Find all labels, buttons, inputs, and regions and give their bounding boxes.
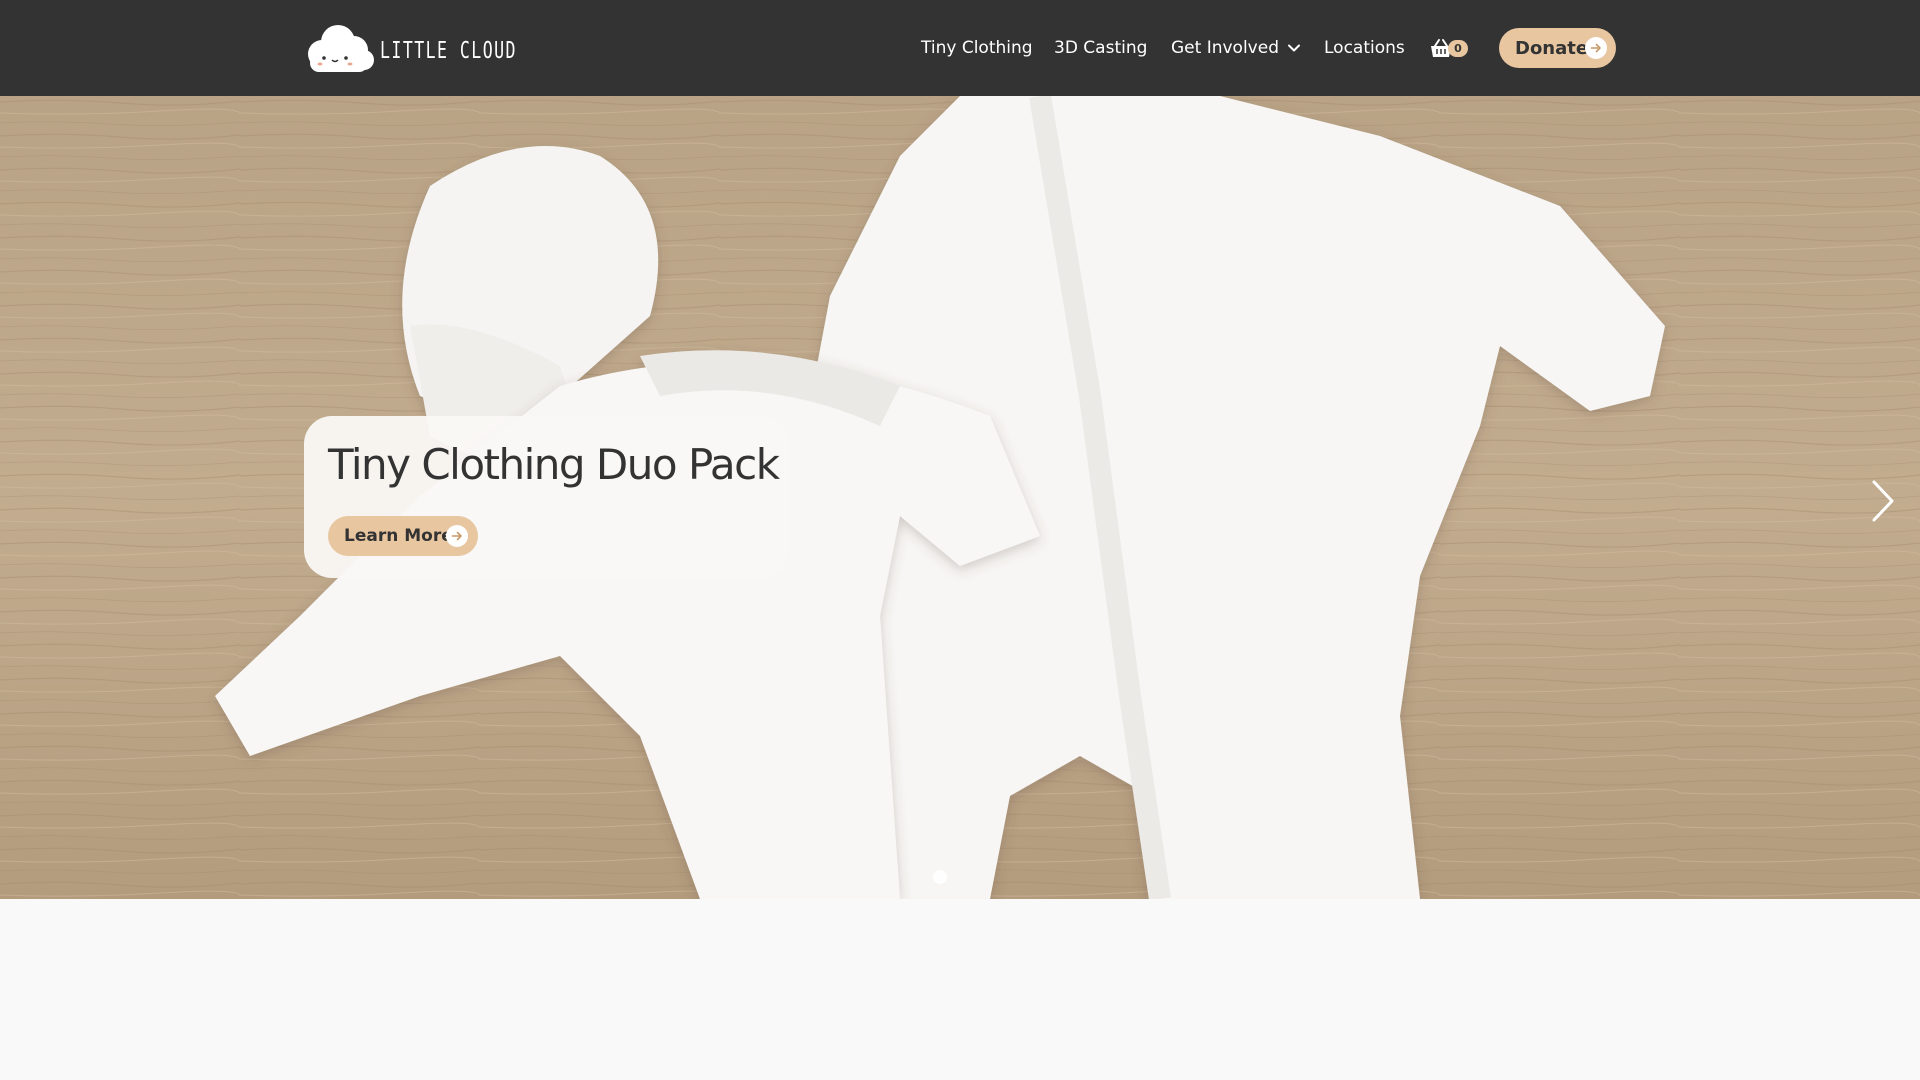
nav-tiny-clothing[interactable]: Tiny Clothing [921,34,1033,62]
hero-image [0,96,1920,899]
donate-label: Donate [1515,37,1589,59]
learn-more-label: Learn More [344,526,453,546]
main-nav: Tiny Clothing 3D Casting Get Involved Lo… [0,34,1920,62]
basket-button[interactable]: 0 [1430,36,1470,62]
nav-get-involved-label: Get Involved [1171,38,1279,58]
nav-3d-casting[interactable]: 3D Casting [1054,34,1147,62]
site-header: LITTLE CLOUD Tiny Clothing 3D Casting Ge… [0,0,1920,96]
hero-slider: Tiny Clothing Duo Pack Learn More [0,96,1920,899]
learn-more-button[interactable]: Learn More [328,516,478,556]
nav-locations[interactable]: Locations [1324,34,1405,62]
arrow-right-icon [1585,37,1607,59]
nav-get-involved[interactable]: Get Involved [1171,34,1301,62]
arrow-right-icon [446,525,468,547]
hero-title: Tiny Clothing Duo Pack [328,440,780,489]
hero-caption-card: Tiny Clothing Duo Pack Learn More [304,416,789,578]
chevron-down-icon [1288,44,1300,52]
basket-count-badge: 0 [1448,40,1468,57]
chevron-right-icon[interactable] [1864,476,1900,526]
donate-button[interactable]: Donate [1499,28,1616,68]
slide-dot-1[interactable] [933,870,947,884]
